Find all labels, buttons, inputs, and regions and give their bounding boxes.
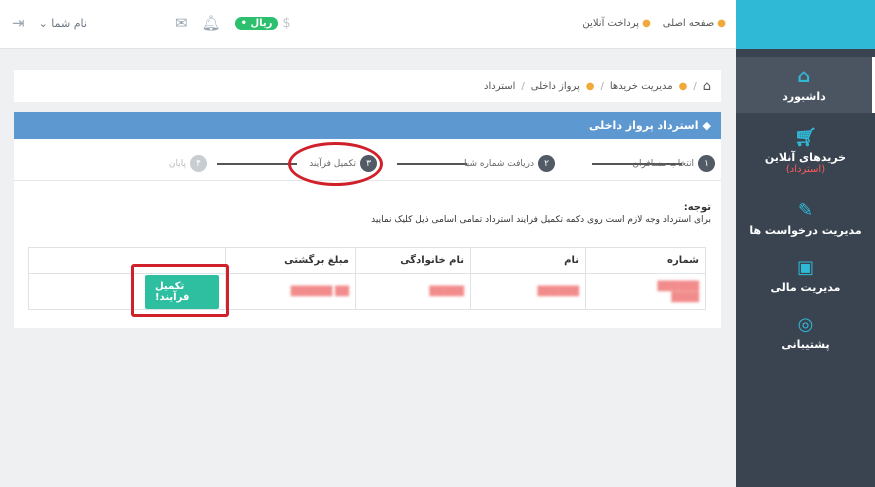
breadcrumb-item[interactable]: مدیریت خریدها bbox=[610, 81, 673, 92]
breadcrumb-current: استرداد bbox=[484, 80, 516, 92]
panel-header: ◆ استرداد پرواز داخلی bbox=[14, 112, 721, 139]
cart-icon: 🛒︎ bbox=[794, 127, 817, 148]
highlight-circle bbox=[288, 142, 383, 186]
panel-title: استرداد پرواز داخلی bbox=[589, 119, 699, 132]
step-2: ۲ دریافت شماره شبا bbox=[464, 155, 555, 172]
sidebar-item-online-purchases[interactable]: 🛒︎ خریدهای آنلاین (استرداد) bbox=[736, 113, 875, 191]
sidebar-logo-area bbox=[736, 0, 875, 49]
sidebar-item-label: مدیریت مالی bbox=[770, 280, 841, 294]
col-last-name: نام خانوادگی bbox=[355, 247, 471, 274]
sidebar-item-label: پشتیبانی bbox=[781, 337, 830, 351]
cell-last-name: █████ bbox=[355, 273, 471, 310]
tag-icon: ◆ bbox=[702, 119, 711, 132]
money-icon: ▣ bbox=[796, 256, 814, 278]
step-4: ۴ پایان bbox=[169, 155, 207, 172]
home-icon: ⌂ bbox=[797, 65, 811, 87]
nav-home-link[interactable]: ●صفحه اصلی bbox=[663, 18, 726, 29]
sidebar-item-sub: (استرداد) bbox=[785, 164, 826, 175]
notice-title: توجه: bbox=[683, 202, 711, 213]
step-connector bbox=[217, 163, 297, 165]
sidebar: ⌂ داشبورد 🛒︎ خریدهای آنلاین (استرداد) ✎ … bbox=[736, 0, 875, 487]
sidebar-item-finance[interactable]: ▣ مدیریت مالی bbox=[736, 247, 875, 305]
mail-icon[interactable]: ✉ bbox=[175, 14, 188, 32]
breadcrumb: ⌂ / ● مدیریت خریدها / ● پرواز داخلی / استر… bbox=[14, 70, 721, 102]
col-number: شماره bbox=[585, 247, 706, 274]
refund-panel: ◆ استرداد پرواز داخلی ۱ انتخاب مسافران ۲د… bbox=[14, 112, 721, 328]
user-menu[interactable]: ⌄ نام شما bbox=[39, 17, 87, 30]
cell-refund-amount: ██ ██████ bbox=[225, 273, 356, 310]
highlight-rect bbox=[131, 264, 229, 317]
top-actions: ⇥ ⌄ نام شما ✉ 🔔︎ • ریال $ bbox=[12, 14, 291, 32]
cell-number: ██████ ████ bbox=[585, 273, 706, 310]
nav-online-payment-link[interactable]: ●پرداخت آنلاین bbox=[582, 18, 650, 29]
notice-text: برای استرداد وجه لازم است روی دکمه تکمیل… bbox=[371, 215, 711, 225]
support-icon: ◎ bbox=[797, 313, 814, 335]
sidebar-item-label: داشبورد bbox=[782, 89, 826, 103]
wallet-badge: • ریال bbox=[234, 16, 279, 30]
wallet-balance[interactable]: • ریال $ bbox=[234, 15, 291, 31]
step-connector bbox=[397, 163, 467, 165]
home-icon[interactable]: ⌂ bbox=[703, 79, 711, 94]
sidebar-item-label: خریدهای آنلاین bbox=[764, 151, 847, 164]
bell-icon[interactable]: 🔔︎ bbox=[202, 14, 221, 32]
sidebar-item-requests[interactable]: ✎ مدیریت درخواست ها bbox=[736, 191, 875, 247]
sidebar-item-dashboard[interactable]: ⌂ داشبورد bbox=[736, 57, 875, 113]
top-nav: ●صفحه اصلی ●پرداخت آنلاین bbox=[582, 18, 726, 29]
cell-first-name: ██████ bbox=[470, 273, 586, 310]
logout-icon[interactable]: ⇥ bbox=[12, 14, 25, 32]
top-bar: ●صفحه اصلی ●پرداخت آنلاین ⇥ ⌄ نام شما ✉ … bbox=[0, 0, 736, 49]
notice: توجه: برای استرداد وجه لازم است روی دکمه… bbox=[371, 202, 711, 225]
dollar-icon: $ bbox=[282, 15, 291, 31]
edit-icon: ✎ bbox=[797, 199, 814, 221]
sidebar-item-label: مدیریت درخواست ها bbox=[749, 223, 862, 237]
col-refund-amount: مبلغ برگشتی bbox=[225, 247, 356, 274]
breadcrumb-item[interactable]: پرواز داخلی bbox=[531, 81, 580, 92]
passengers-table: شماره نام نام خانوادگی مبلغ برگشتی █████… bbox=[28, 247, 706, 310]
sidebar-item-support[interactable]: ◎ پشتیبانی bbox=[736, 305, 875, 361]
step-1: ۱ انتخاب مسافران bbox=[632, 155, 715, 172]
col-first-name: نام bbox=[470, 247, 586, 274]
